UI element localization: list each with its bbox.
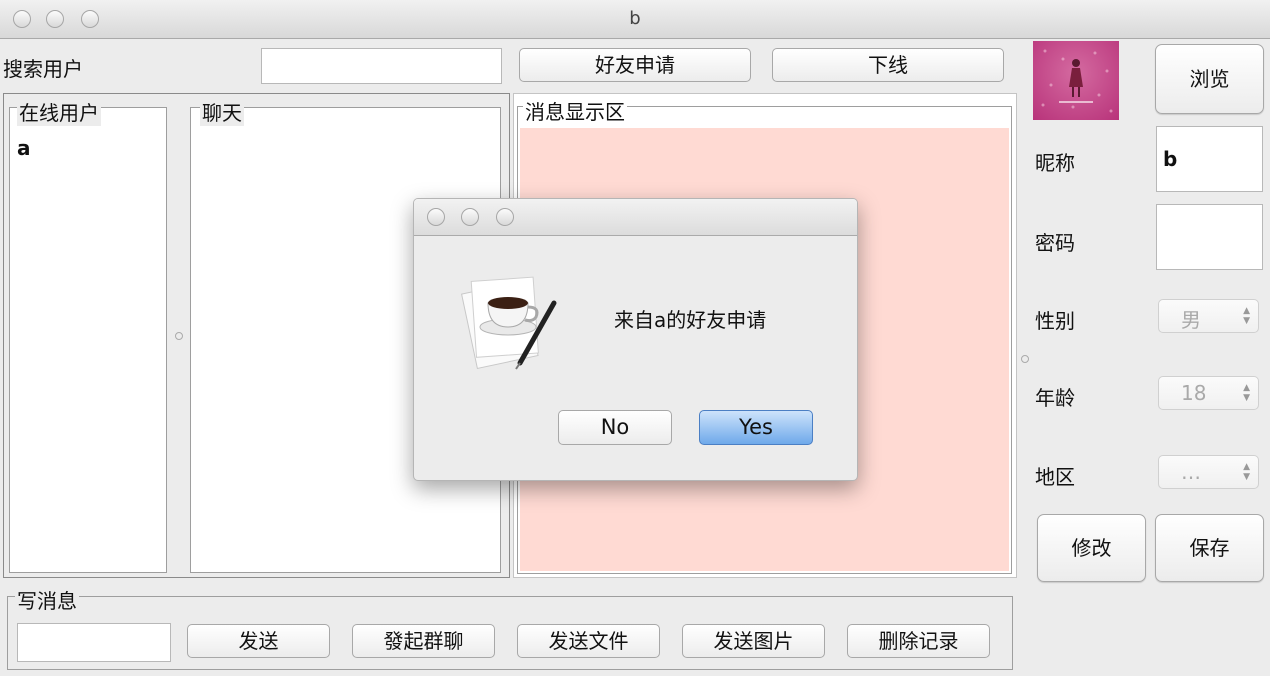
dialog-message: 来自a的好友申请 — [614, 308, 767, 332]
compose-title: 写消息 — [15, 585, 79, 614]
region-select[interactable]: … ▲ ▼ — [1158, 455, 1259, 489]
password-field[interactable] — [1156, 204, 1263, 270]
age-label: 年龄 — [1035, 386, 1075, 410]
nickname-label: 昵称 — [1035, 151, 1075, 175]
gender-label: 性别 — [1035, 309, 1075, 333]
split-divider-handle[interactable] — [175, 332, 183, 340]
search-user-label: 搜索用户 — [3, 57, 83, 81]
right-split-handle[interactable] — [1021, 355, 1029, 363]
gender-value: 男 — [1181, 308, 1201, 332]
message-display-title: 消息显示区 — [523, 96, 627, 125]
dialog-yes-button[interactable]: Yes — [699, 410, 813, 445]
dialog-minimize-button[interactable] — [461, 208, 479, 226]
password-label: 密码 — [1035, 231, 1075, 255]
dialog-titlebar — [414, 199, 857, 236]
compose-input[interactable] — [17, 623, 171, 662]
group-chat-button[interactable]: 發起群聊 — [352, 624, 495, 658]
online-users-title: 在线用户 — [17, 97, 101, 126]
save-button[interactable]: 保存 — [1155, 514, 1264, 582]
gender-select[interactable]: 男 ▲ ▼ — [1158, 299, 1259, 333]
send-button[interactable]: 发送 — [187, 624, 330, 658]
age-select[interactable]: 18 ▲ ▼ — [1158, 376, 1259, 410]
coffee-cup-icon — [458, 265, 564, 371]
send-image-button[interactable]: 发送图片 — [682, 624, 825, 658]
dialog-no-button[interactable]: No — [558, 410, 672, 445]
online-users-panel — [9, 107, 167, 573]
region-value: … — [1181, 460, 1201, 484]
window-title: b — [629, 8, 641, 29]
dialog-close-button[interactable] — [427, 208, 445, 226]
search-user-input[interactable] — [261, 48, 502, 84]
online-user-item[interactable]: a — [17, 136, 31, 160]
friend-request-button[interactable]: 好友申请 — [519, 48, 751, 82]
send-file-button[interactable]: 发送文件 — [517, 624, 660, 658]
modify-button[interactable]: 修改 — [1037, 514, 1146, 582]
stepper-arrows-icon: ▲ ▼ — [1243, 462, 1250, 482]
dialog-zoom-button[interactable] — [496, 208, 514, 226]
friend-request-dialog: 来自a的好友申请 No Yes — [413, 198, 858, 481]
stepper-arrows-icon: ▲ ▼ — [1243, 383, 1250, 403]
stepper-arrows-icon: ▲ ▼ — [1243, 306, 1250, 326]
browse-button[interactable]: 浏览 — [1155, 44, 1264, 114]
logout-button[interactable]: 下线 — [772, 48, 1004, 82]
nickname-field[interactable]: b — [1156, 126, 1263, 192]
age-value: 18 — [1181, 381, 1207, 405]
region-label: 地区 — [1035, 465, 1075, 489]
avatar-image — [1033, 41, 1119, 120]
delete-history-button[interactable]: 删除记录 — [847, 624, 990, 658]
chat-title: 聊天 — [200, 97, 244, 126]
